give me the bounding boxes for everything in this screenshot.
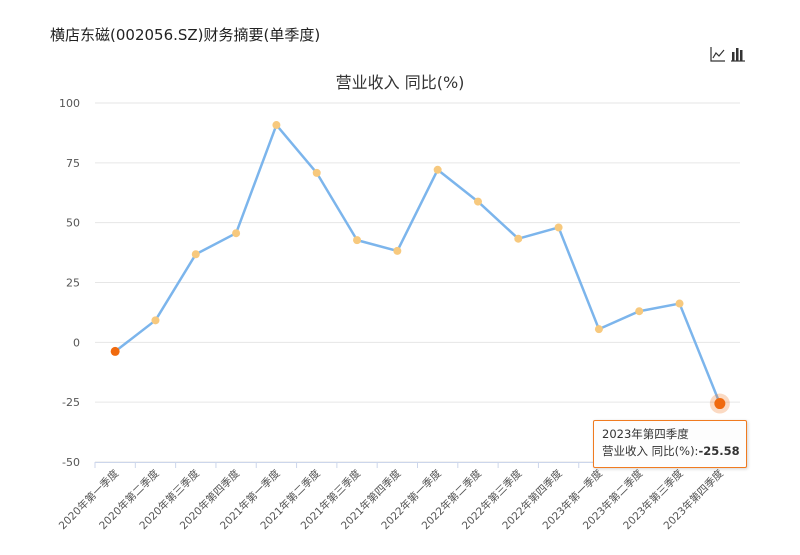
tooltip-row: 营业收入 同比(%):-25.58 — [602, 443, 746, 460]
tooltip-value: -25.58 — [698, 444, 740, 458]
data-point[interactable] — [151, 316, 160, 325]
data-point[interactable] — [433, 165, 442, 174]
data-tooltip: 2023年第四季度 营业收入 同比(%):-25.58 — [593, 420, 747, 468]
data-point[interactable] — [554, 223, 563, 232]
data-point[interactable] — [675, 299, 684, 308]
y-tick-label: 75 — [66, 157, 80, 170]
line-chart: 营业收入 同比(%) -50-2502550751002020年第一季度2020… — [56, 73, 741, 532]
data-point[interactable] — [312, 168, 321, 177]
data-point[interactable] — [353, 236, 362, 245]
data-point[interactable] — [514, 234, 523, 243]
data-point[interactable] — [635, 307, 644, 316]
data-point[interactable] — [594, 325, 603, 334]
data-point[interactable] — [473, 197, 482, 206]
data-point[interactable] — [272, 121, 281, 130]
series-line — [113, 123, 722, 405]
chart-title: 营业收入 同比(%) — [336, 73, 465, 92]
data-point[interactable] — [714, 398, 726, 410]
tooltip-category: 2023年第四季度 — [602, 427, 689, 441]
data-point[interactable] — [393, 246, 402, 255]
y-tick-label: -50 — [62, 456, 80, 469]
data-point[interactable] — [232, 229, 241, 238]
y-tick-label: 100 — [59, 97, 80, 110]
data-point[interactable] — [110, 346, 120, 356]
y-tick-label: 25 — [66, 277, 80, 290]
y-tick-label: 0 — [73, 336, 80, 349]
data-point[interactable] — [191, 250, 200, 259]
y-tick-label: -25 — [62, 396, 80, 409]
tooltip-label: 营业收入 同比(%): — [602, 444, 699, 458]
y-tick-label: 50 — [66, 217, 80, 230]
